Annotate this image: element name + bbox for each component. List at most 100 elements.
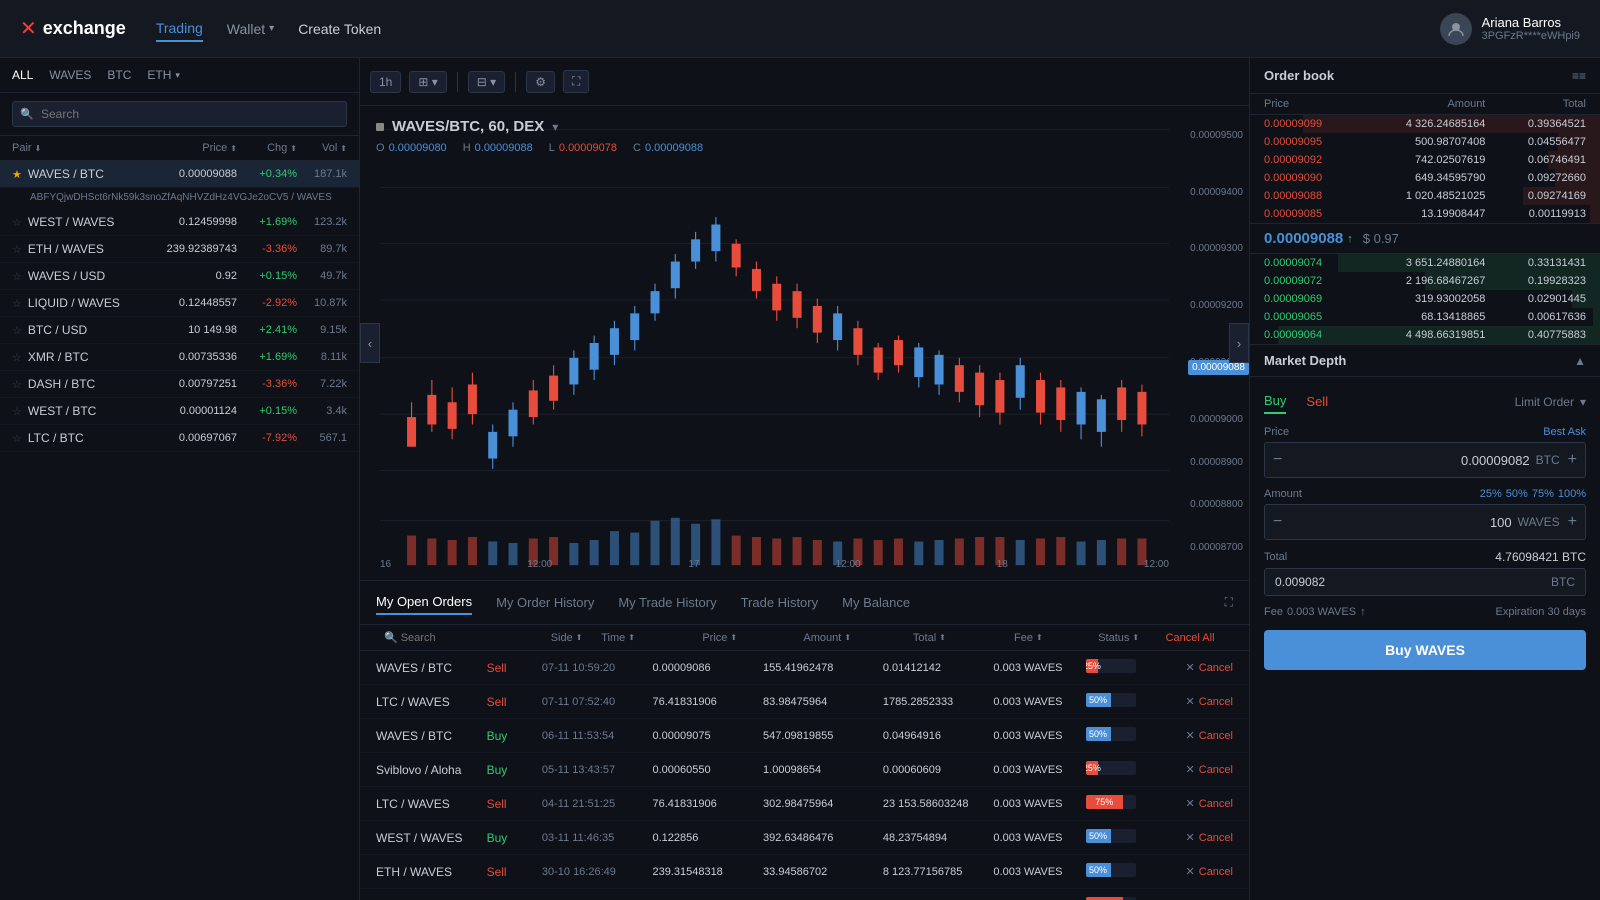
- order-cancel-2[interactable]: ✕ Cancel: [1159, 729, 1233, 742]
- star-8[interactable]: ☆: [12, 405, 22, 418]
- pair-search-input[interactable]: [12, 101, 347, 127]
- tab-my-balance[interactable]: My Balance: [842, 591, 910, 614]
- pair-chg-3: +0.15%: [237, 270, 297, 282]
- nav-create-token[interactable]: Create Token: [298, 21, 381, 37]
- of-price-input[interactable]: [1290, 453, 1529, 468]
- pair-row-5[interactable]: ☆ BTC / USD 10 149.98 +2.41% 9.15k: [0, 317, 359, 344]
- order-cancel-3[interactable]: ✕ Cancel: [1159, 763, 1233, 776]
- of-amount-plus-btn[interactable]: +: [1568, 513, 1577, 531]
- chart-settings-btn[interactable]: ⚙: [526, 71, 555, 93]
- pair-row-8[interactable]: ☆ WEST / BTC 0.00001124 +0.15% 3.4k: [0, 398, 359, 425]
- market-depth-toggle[interactable]: ▲: [1574, 354, 1586, 368]
- of-tab-sell[interactable]: Sell: [1306, 390, 1328, 413]
- order-cancel-0[interactable]: ✕ Cancel: [1159, 661, 1233, 674]
- ob-ask-3[interactable]: 0.00009090 649.34595790 0.09272660: [1250, 169, 1600, 187]
- star-9[interactable]: ☆: [12, 432, 22, 445]
- of-amount-input[interactable]: [1290, 515, 1511, 530]
- of-fee-arrow[interactable]: ↑: [1360, 606, 1366, 618]
- star-2[interactable]: ☆: [12, 243, 22, 256]
- pair-name-5: BTC / USD: [28, 323, 147, 337]
- center-panel: 1h ⊞ ▾ ⊟ ▾ ⚙ ⛶ WAVES/BTC, 60, DEX ▾ O0.0…: [360, 58, 1250, 900]
- chart-indicator-btn[interactable]: ⊟ ▾: [468, 71, 505, 93]
- star-4[interactable]: ☆: [12, 297, 22, 310]
- order-row-4: LTC / WAVES Sell 04-11 21:51:25 76.41831…: [360, 787, 1249, 821]
- chart-type-btn[interactable]: ⊞ ▾: [409, 71, 446, 93]
- order-cancel-4[interactable]: ✕ Cancel: [1159, 797, 1233, 810]
- pair-row-4[interactable]: ☆ LIQUID / WAVES 0.12448557 -2.92% 10.87…: [0, 290, 359, 317]
- ob-ask-4[interactable]: 0.00009088 1 020.48521025 0.09274169: [1250, 187, 1600, 205]
- order-type-selector[interactable]: Limit Order ▾: [1515, 395, 1586, 409]
- timeframe-1h-btn[interactable]: 1h: [370, 71, 401, 93]
- chart-pair-arrow[interactable]: ▾: [552, 120, 558, 134]
- pair-row-0[interactable]: ★ WAVES / BTC 0.00009088 +0.34% 187.1k: [0, 161, 359, 188]
- of-pct-75-btn[interactable]: 75%: [1532, 488, 1554, 500]
- pair-tab-eth[interactable]: ETH ▾: [147, 66, 180, 84]
- of-pct-50-btn[interactable]: 50%: [1506, 488, 1528, 500]
- tab-trade-history[interactable]: My Trade History: [618, 591, 716, 614]
- ob-ask-price-5: 0.00009085: [1264, 208, 1365, 220]
- pair-row-3[interactable]: ☆ WAVES / USD 0.92 +0.15% 49.7k: [0, 263, 359, 290]
- of-price-plus-btn[interactable]: +: [1568, 451, 1577, 469]
- of-best-ask-label[interactable]: Best Ask: [1543, 426, 1586, 438]
- tab-order-history[interactable]: My Order History: [496, 591, 594, 614]
- ob-bid-3[interactable]: 0.00009065 68.13418865 0.00617636: [1250, 308, 1600, 326]
- star-7[interactable]: ☆: [12, 378, 22, 391]
- of-amount-minus-btn[interactable]: −: [1273, 513, 1282, 531]
- pair-row-7[interactable]: ☆ DASH / BTC 0.00797251 -3.36% 7.22k: [0, 371, 359, 398]
- user-name: Ariana Barros: [1482, 15, 1580, 30]
- chart-fullscreen-btn[interactable]: ⛶: [563, 70, 589, 93]
- orders-search-input[interactable]: [401, 632, 543, 644]
- order-cancel-6[interactable]: ✕ Cancel: [1159, 865, 1233, 878]
- tab-trade-history-all[interactable]: Trade History: [741, 591, 819, 614]
- tab-open-orders[interactable]: My Open Orders: [376, 590, 472, 615]
- ob-ask-1[interactable]: 0.00009095 500.98707408 0.04556477: [1250, 133, 1600, 151]
- ob-collapse-icon[interactable]: ≡≡: [1572, 69, 1586, 83]
- expand-orders-icon[interactable]: ⛶: [1225, 595, 1233, 610]
- chart-prev-btn[interactable]: ‹: [360, 323, 380, 363]
- col-time-header: Time ⬆: [601, 631, 702, 644]
- ohlc-o-val: 0.00009080: [389, 142, 447, 154]
- of-tab-buy[interactable]: Buy: [1264, 389, 1286, 414]
- pair-row-2[interactable]: ☆ ETH / WAVES 239.92389743 -3.36% 89.7k: [0, 236, 359, 263]
- col-price-header: Price ⬆: [702, 631, 803, 644]
- ob-ask-5[interactable]: 0.00009085 13.19908447 0.00119913: [1250, 205, 1600, 223]
- pair-row-6[interactable]: ☆ XMR / BTC 0.00735336 +1.69% 8.11k: [0, 344, 359, 371]
- order-side-5: Buy: [487, 831, 542, 845]
- star-0[interactable]: ★: [12, 168, 22, 181]
- star-5[interactable]: ☆: [12, 324, 22, 337]
- order-time-6: 30-10 16:26:49: [542, 866, 653, 878]
- of-pct-25-btn[interactable]: 25%: [1480, 488, 1502, 500]
- ob-bid-2[interactable]: 0.00009069 319.93002058 0.02901445: [1250, 290, 1600, 308]
- cancel-all-btn[interactable]: Cancel All: [1166, 631, 1233, 644]
- pair-tab-btc[interactable]: BTC: [107, 66, 131, 84]
- star-1[interactable]: ☆: [12, 216, 22, 229]
- of-price-minus-btn[interactable]: −: [1273, 451, 1282, 469]
- ob-bid-1[interactable]: 0.00009072 2 196.68467267 0.19928323: [1250, 272, 1600, 290]
- ob-bid-4[interactable]: 0.00009064 4 498.66319851 0.40775883: [1250, 326, 1600, 344]
- pair-name-0: WAVES / BTC: [28, 167, 147, 181]
- ob-ask-amount-2: 742.02507619: [1365, 154, 1486, 166]
- pair-tab-waves[interactable]: WAVES: [49, 66, 91, 84]
- pair-name-3: WAVES / USD: [28, 269, 147, 283]
- header: ✕ exchange Trading Wallet ▾ Create Token…: [0, 0, 1600, 58]
- ob-ask-0[interactable]: 0.00009099 4 326.24685164 0.39364521: [1250, 115, 1600, 133]
- ob-ask-2[interactable]: 0.00009092 742.02507619 0.06746491: [1250, 151, 1600, 169]
- of-fee-row: Fee 0.003 WAVES ↑ Expiration 30 days: [1264, 606, 1586, 618]
- pair-row-9[interactable]: ☆ LTC / BTC 0.00697067 -7.92% 567.1: [0, 425, 359, 452]
- chart-next-btn[interactable]: ›: [1229, 323, 1249, 363]
- star-3[interactable]: ☆: [12, 270, 22, 283]
- nav-trading[interactable]: Trading: [156, 16, 203, 42]
- ob-bid-0[interactable]: 0.00009074 3 651.24880164 0.33131431: [1250, 254, 1600, 272]
- nav-wallet[interactable]: Wallet ▾: [227, 21, 274, 37]
- star-6[interactable]: ☆: [12, 351, 22, 364]
- pair-tab-all[interactable]: ALL: [12, 66, 33, 84]
- price-8900: 0.00008900: [1190, 457, 1243, 468]
- buy-waves-btn[interactable]: Buy WAVES: [1264, 630, 1586, 670]
- col-status-header: Status ⬆: [1098, 631, 1165, 644]
- pair-chg-5: +2.41%: [237, 324, 297, 336]
- order-cancel-1[interactable]: ✕ Cancel: [1159, 695, 1233, 708]
- order-cancel-5[interactable]: ✕ Cancel: [1159, 831, 1233, 844]
- of-pct-100-btn[interactable]: 100%: [1558, 488, 1586, 500]
- order-fee-5: 0.003 WAVES: [993, 832, 1085, 844]
- pair-row-1[interactable]: ☆ WEST / WAVES 0.12459998 +1.69% 123.2k: [0, 209, 359, 236]
